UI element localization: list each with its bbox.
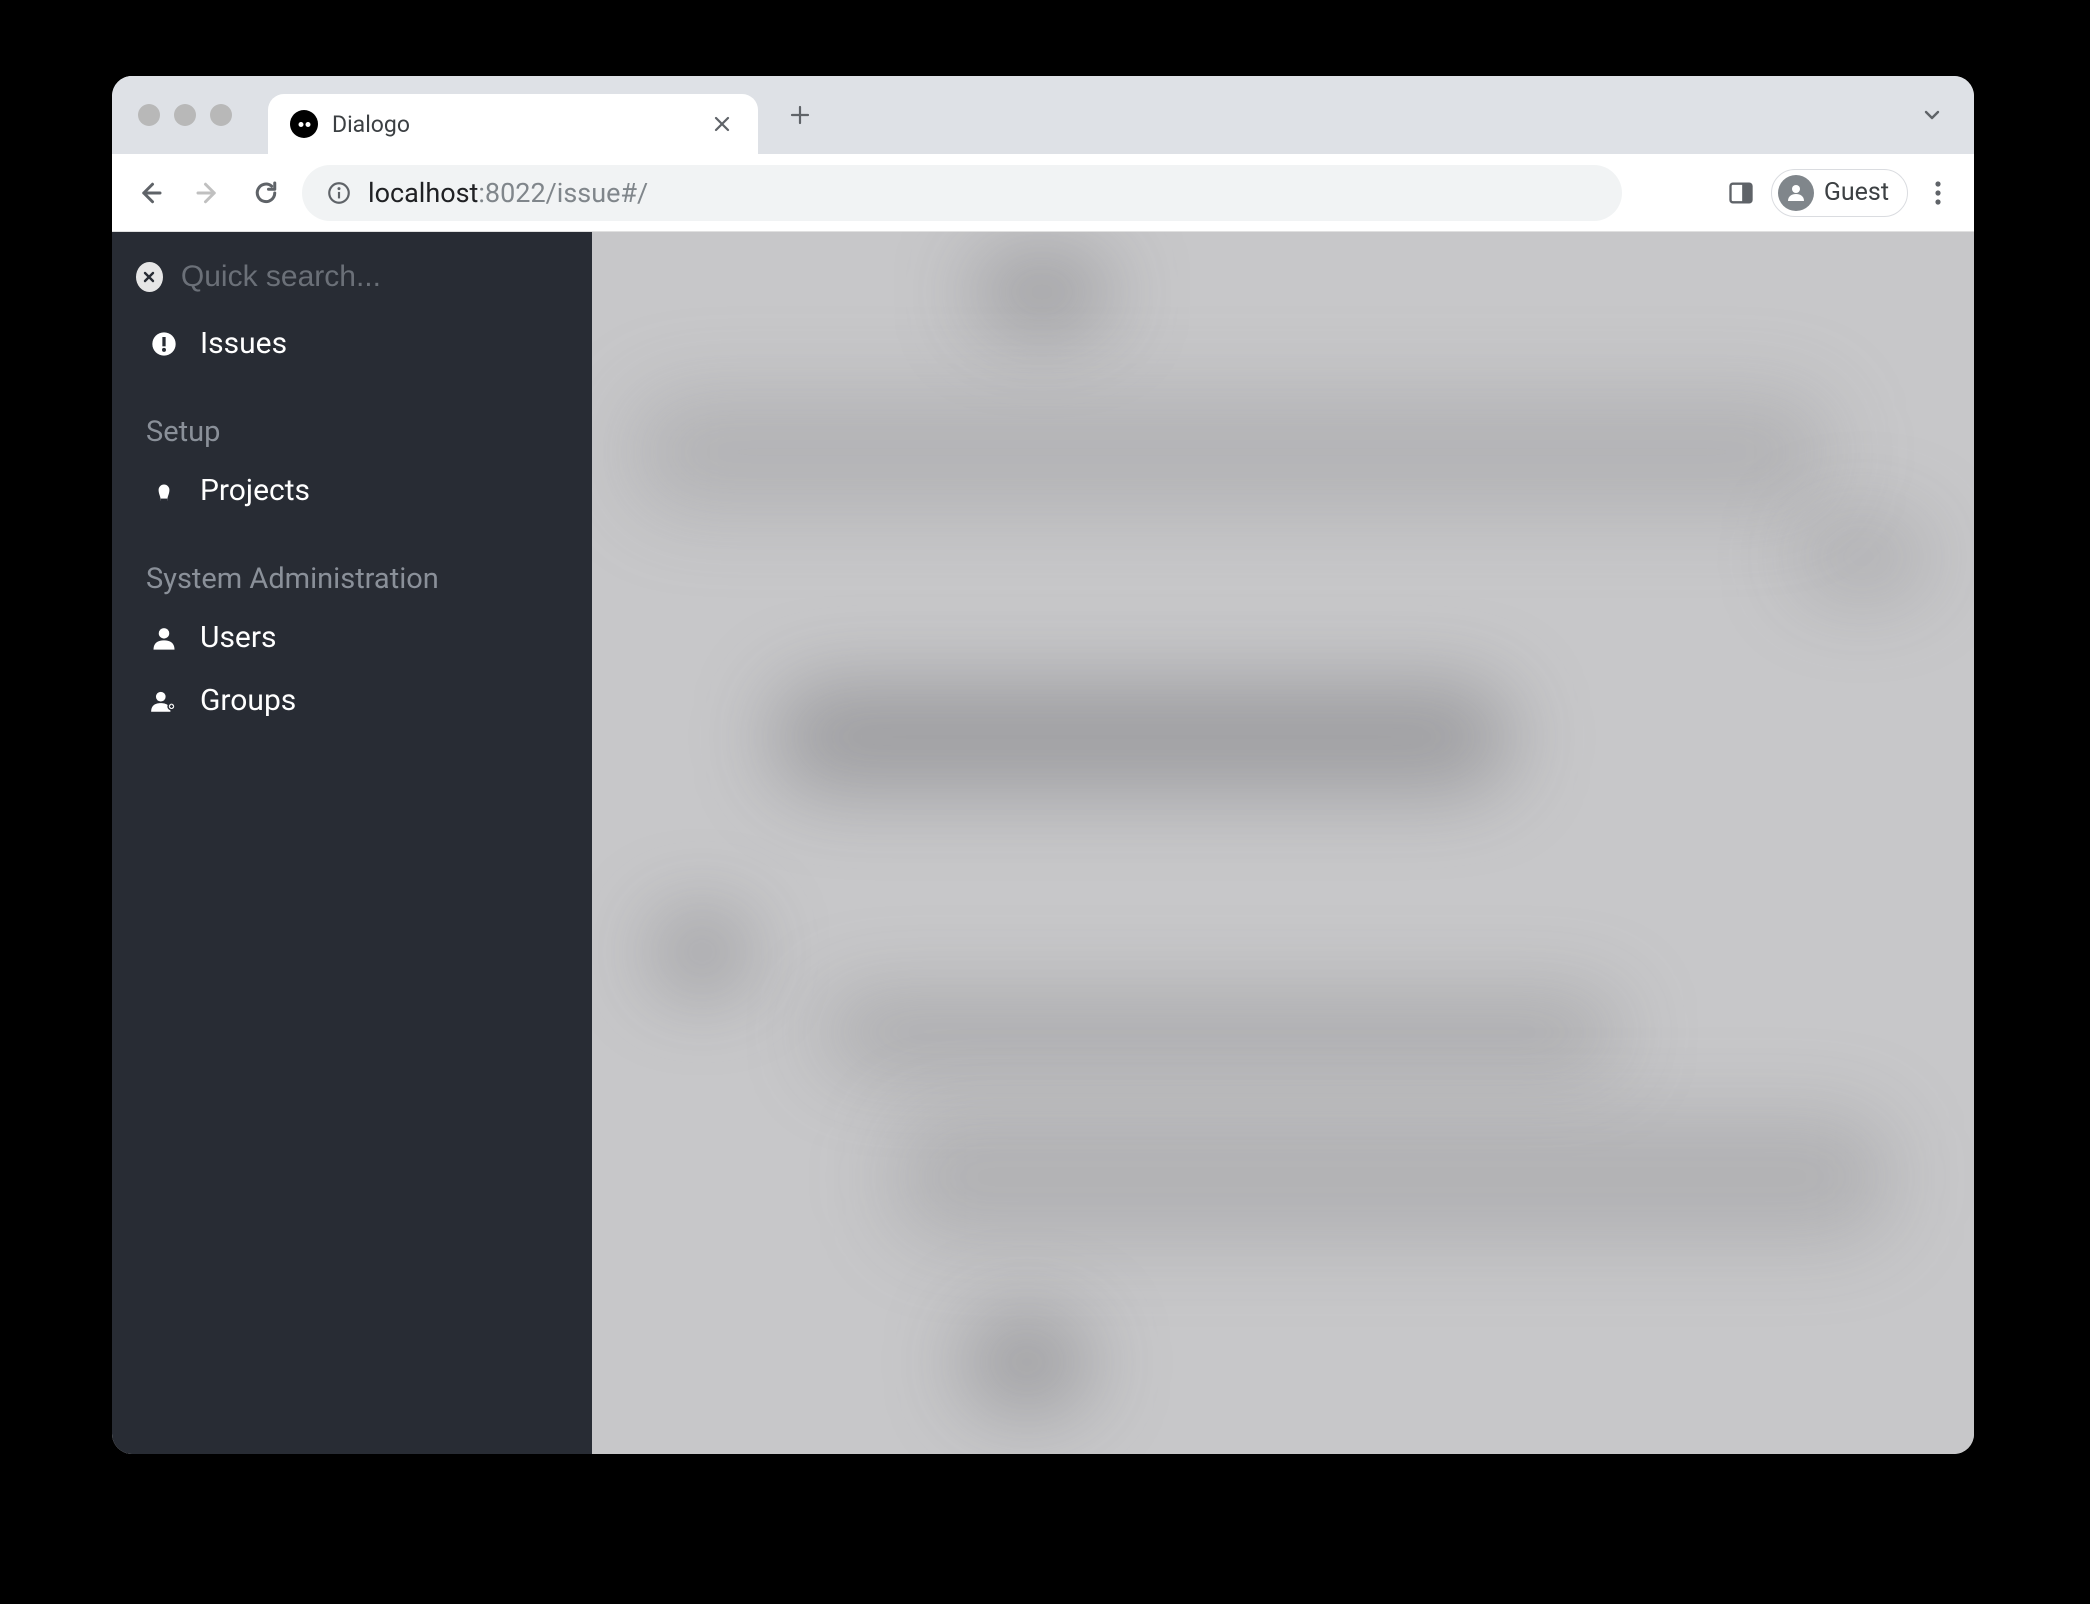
profile-label: Guest bbox=[1824, 178, 1889, 207]
browser-tab[interactable]: Dialogo bbox=[268, 94, 758, 154]
main-content-blurred bbox=[592, 232, 1974, 1454]
window-close-button[interactable] bbox=[138, 104, 160, 126]
tab-strip: Dialogo bbox=[112, 76, 1974, 154]
address-bar[interactable]: localhost:8022/issue#/ bbox=[302, 165, 1622, 221]
tab-title: Dialogo bbox=[332, 111, 708, 138]
site-info-icon[interactable] bbox=[326, 180, 352, 206]
tab-favicon-icon bbox=[290, 110, 318, 138]
tabs-dropdown-button[interactable] bbox=[1920, 103, 1944, 127]
tab-close-button[interactable] bbox=[708, 110, 736, 138]
address-bar-url: localhost:8022/issue#/ bbox=[368, 177, 648, 209]
sidebar-item-label: Projects bbox=[200, 473, 310, 508]
page-content: Issues Setup Projects System Administrat… bbox=[112, 232, 1974, 1454]
nav-back-button[interactable] bbox=[128, 171, 172, 215]
window-controls bbox=[138, 104, 232, 126]
issues-icon bbox=[148, 328, 180, 360]
toolbar-right: Guest bbox=[1721, 169, 1958, 217]
app-sidebar: Issues Setup Projects System Administrat… bbox=[112, 232, 592, 1454]
sidebar-item-label: Users bbox=[200, 620, 277, 655]
projects-icon bbox=[148, 475, 180, 507]
profile-avatar-icon bbox=[1778, 175, 1814, 211]
sidebar-item-label: Groups bbox=[200, 683, 296, 718]
new-tab-button[interactable] bbox=[780, 95, 820, 135]
user-icon bbox=[148, 622, 180, 654]
nav-reload-button[interactable] bbox=[244, 171, 288, 215]
side-panel-icon[interactable] bbox=[1721, 173, 1761, 213]
profile-button[interactable]: Guest bbox=[1771, 169, 1908, 217]
sidebar-item-groups[interactable]: Groups bbox=[112, 669, 592, 732]
sidebar-item-issues[interactable]: Issues bbox=[112, 312, 592, 375]
search-clear-icon[interactable] bbox=[136, 262, 163, 292]
window-maximize-button[interactable] bbox=[210, 104, 232, 126]
sidebar-section-setup: Setup bbox=[112, 375, 592, 459]
browser-toolbar: localhost:8022/issue#/ Guest bbox=[112, 154, 1974, 232]
sidebar-section-admin: System Administration bbox=[112, 522, 592, 606]
search-input[interactable] bbox=[181, 260, 568, 294]
browser-window: Dialogo localhost:8022/issue#/ bbox=[112, 76, 1974, 1454]
sidebar-search-row bbox=[112, 250, 592, 312]
nav-forward-button[interactable] bbox=[186, 171, 230, 215]
browser-menu-button[interactable] bbox=[1918, 173, 1958, 213]
window-minimize-button[interactable] bbox=[174, 104, 196, 126]
sidebar-item-label: Issues bbox=[200, 326, 287, 361]
group-icon bbox=[148, 685, 180, 717]
sidebar-item-users[interactable]: Users bbox=[112, 606, 592, 669]
sidebar-item-projects[interactable]: Projects bbox=[112, 459, 592, 522]
